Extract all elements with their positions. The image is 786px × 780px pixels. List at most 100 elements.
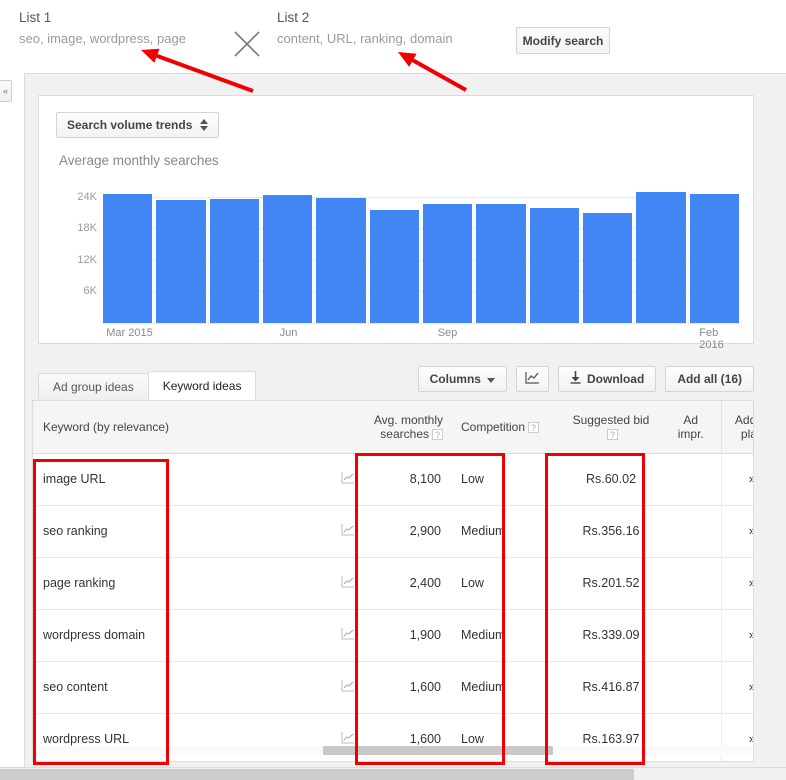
tab-ad-group-ideas[interactable]: Ad group ideas [38, 373, 149, 400]
search-header: List 1 seo, image, wordpress, page List … [0, 0, 786, 73]
cell-competition: Medium [451, 609, 561, 662]
table-row[interactable]: seo content 1,600MediumRs.416.87 » [33, 661, 753, 714]
x-axis-tick-label: Sep [437, 327, 458, 339]
x-cross-icon [231, 28, 263, 60]
download-button[interactable]: Download [557, 366, 657, 392]
cell-suggested-bid: Rs.356.16 [561, 505, 661, 558]
page-root: List 1 seo, image, wordpress, page List … [0, 0, 786, 780]
col-header-ad-impr[interactable]: Ad impr. [661, 401, 721, 454]
col-header-add-to-plan: Add to plan [720, 401, 753, 454]
table-row[interactable]: page ranking 2,400LowRs.201.52 » [33, 557, 753, 610]
col-header-add-to-plan-label: Add to plan [734, 412, 753, 441]
cell-ad-impr [661, 453, 721, 506]
sparkline-icon[interactable] [341, 627, 355, 640]
page-hscrollbar[interactable] [0, 767, 786, 780]
chart-bar[interactable] [582, 213, 633, 323]
chart-bar[interactable] [316, 197, 366, 323]
cell-ad-impr [661, 505, 721, 558]
cell-sparkline[interactable] [331, 661, 359, 714]
chart-bars [103, 178, 739, 323]
cell-competition: Low [451, 453, 561, 506]
download-label: Download [586, 372, 645, 386]
columns-label: Columns [429, 372, 481, 386]
graph-view-button[interactable] [515, 366, 549, 392]
list-2-title: List 2 [277, 10, 310, 25]
cell-competition: Low [451, 557, 561, 610]
list-2-block: List 2 content, URL, ranking, domain [277, 10, 453, 48]
col-header-avg-searches[interactable]: Avg. monthly searches? [359, 401, 451, 454]
col-header-keyword[interactable]: Keyword (by relevance) [33, 401, 331, 454]
col-header-competition-label: Competition [461, 419, 526, 434]
add-to-plan-button[interactable]: » [720, 609, 753, 662]
help-icon-avg-searches[interactable]: ? [432, 429, 443, 441]
col-header-suggested-bid-label: Suggested bid [572, 412, 650, 427]
chart-bar[interactable] [689, 193, 739, 323]
search-volume-chart-panel: Search volume trends Average monthly sea… [38, 95, 754, 351]
chart-bar[interactable] [476, 204, 526, 323]
x-axis-tick-label: Jun [279, 327, 298, 339]
cell-ad-impr [661, 557, 721, 610]
line-chart-icon [525, 371, 540, 387]
cell-competition: Medium [451, 505, 561, 558]
chart-bar[interactable] [209, 199, 259, 323]
chart-bar[interactable] [636, 191, 686, 323]
chart-title: Average monthly searches [59, 153, 219, 168]
table-toolbar: Columns Download Add all (16) [417, 366, 754, 392]
chart-x-axis-labels: Mar 2015 Jun Sep Feb 2016 [103, 324, 739, 351]
cell-sparkline[interactable] [331, 453, 359, 506]
list-1-title: List 1 [19, 10, 52, 25]
help-icon-suggested-bid[interactable]: ? [607, 429, 618, 441]
table-row[interactable]: wordpress domain 1,900MediumRs.339.09 » [33, 609, 753, 662]
add-to-plan-button[interactable]: » [720, 453, 753, 506]
cell-sparkline[interactable] [331, 609, 359, 662]
keyword-ideas-table: Keyword (by relevance) Avg. monthly sear… [33, 401, 753, 761]
collapse-sidebar-button[interactable]: « [0, 80, 12, 102]
modify-search-button[interactable]: Modify search [516, 27, 610, 54]
table-row[interactable]: seo ranking 2,900MediumRs.356.16 » [33, 505, 753, 558]
add-to-plan-button[interactable]: » [720, 661, 753, 714]
y-axis-tick-label: 6K [83, 285, 97, 298]
add-to-plan-button[interactable]: » [720, 557, 753, 610]
cell-ad-impr [661, 661, 721, 714]
left-rail [0, 73, 25, 767]
x-axis-tick-label: Feb 2016 [699, 327, 724, 351]
sparkline-icon[interactable] [341, 471, 355, 484]
help-icon-competition[interactable]: ? [528, 422, 540, 434]
chart-metric-label: Search volume trends [67, 118, 193, 132]
y-axis-tick-label: 12K [77, 253, 97, 266]
col-header-keyword-label: Keyword (by relevance) [43, 419, 170, 434]
x-axis-tick-label: Mar 2015 [106, 327, 153, 339]
page-hscrollbar-thumb[interactable] [0, 769, 634, 780]
sparkline-icon[interactable] [341, 679, 355, 692]
tab-keyword-ideas[interactable]: Keyword ideas [147, 371, 257, 400]
cell-competition: Medium [451, 661, 561, 714]
table-hscrollbar-thumb[interactable] [323, 746, 553, 755]
cell-keyword: wordpress domain [33, 609, 331, 662]
table-row[interactable]: image URL 8,100LowRs.60.02 » [33, 453, 753, 506]
sparkline-icon[interactable] [341, 523, 355, 536]
chart-bar[interactable] [529, 207, 579, 323]
cell-sparkline[interactable] [331, 557, 359, 610]
sparkline-icon[interactable] [341, 575, 355, 588]
sparkline-icon[interactable] [341, 731, 355, 744]
col-header-suggested-bid[interactable]: Suggested bid? [561, 401, 661, 454]
download-arrow-icon [570, 371, 581, 387]
chevron-down-icon [486, 372, 495, 386]
cell-suggested-bid: Rs.60.02 [561, 453, 661, 506]
list-1-terms: seo, image, wordpress, page [19, 31, 186, 46]
chart-bar[interactable] [103, 193, 153, 323]
columns-button[interactable]: Columns [417, 366, 507, 392]
y-axis-tick-label: 24K [77, 190, 97, 203]
col-header-competition[interactable]: Competition? [451, 401, 561, 454]
chart-bar[interactable] [369, 210, 419, 323]
chart-bar[interactable] [262, 195, 313, 323]
chart-bar[interactable] [422, 204, 473, 323]
cell-keyword: page ranking [33, 557, 331, 610]
add-all-button[interactable]: Add all (16) [665, 366, 754, 392]
chart-bar[interactable] [156, 200, 206, 323]
list-2-terms: content, URL, ranking, domain [277, 31, 453, 46]
cell-sparkline[interactable] [331, 505, 359, 558]
cell-avg-searches: 2,400 [359, 557, 451, 610]
add-to-plan-button[interactable]: » [720, 505, 753, 558]
chart-metric-select[interactable]: Search volume trends [56, 112, 220, 138]
